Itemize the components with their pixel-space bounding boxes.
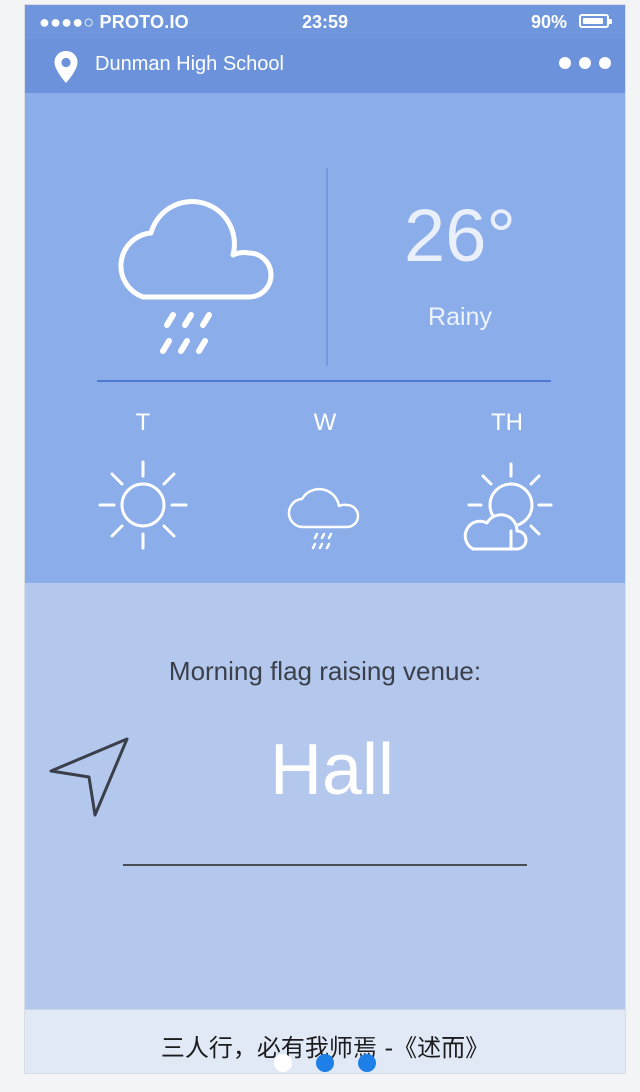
current-condition: Rainy: [428, 303, 492, 331]
page-dot-1[interactable]: [274, 1054, 292, 1072]
page-indicator: [274, 1054, 376, 1072]
weather-divider-vertical: [326, 168, 328, 366]
partly-cloudy-icon: [463, 462, 553, 551]
assembly-title: Morning flag raising venue:: [168, 656, 482, 686]
current-temperature: 26°: [404, 194, 516, 277]
page-dot-2[interactable]: [316, 1054, 334, 1072]
cloud-rain-icon: [118, 199, 274, 354]
venue-name: Hall: [269, 730, 395, 810]
weather-panel: 26° Rainy T W TH: [25, 93, 625, 583]
venue-underline: [123, 864, 527, 866]
cloud-rain-icon: [287, 487, 360, 550]
battery-percentage: 90%: [530, 12, 567, 32]
location-bar: Dunman High School: [25, 39, 625, 93]
location-name[interactable]: Dunman High School: [95, 53, 284, 76]
more-dots-icon[interactable]: [559, 57, 611, 69]
map-pin-icon[interactable]: [53, 50, 79, 89]
forecast-day-1: T: [135, 409, 151, 436]
app-screen: ●●●●○ PROTO.IO 23:59 90% Dunman High Sch…: [24, 4, 626, 1074]
forecast-day-3: TH: [491, 409, 523, 436]
status-bar: ●●●●○ PROTO.IO 23:59 90%: [25, 5, 625, 39]
weather-divider-horizontal: [97, 380, 551, 382]
forecast-day-2: W: [313, 409, 337, 436]
battery-icon: [579, 14, 612, 28]
sun-icon: [98, 460, 188, 550]
page-dot-3[interactable]: [358, 1054, 376, 1072]
